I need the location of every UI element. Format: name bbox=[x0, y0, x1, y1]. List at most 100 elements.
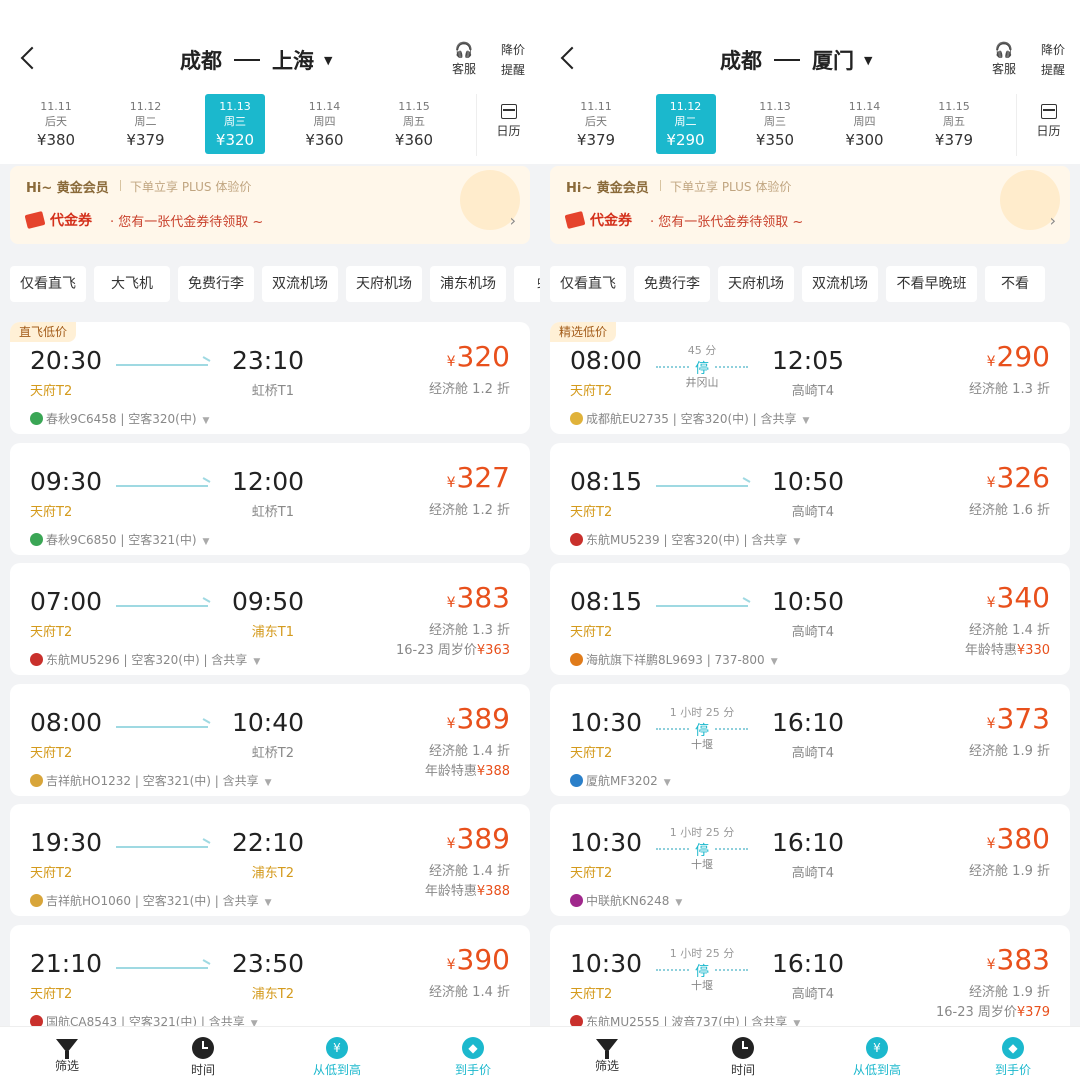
date-item[interactable]: 11.15 周五 ¥360 bbox=[384, 94, 444, 154]
filter-chip[interactable]: 免费行李 bbox=[634, 266, 710, 302]
date-price: ¥379 bbox=[934, 131, 974, 149]
currency-symbol: ¥ bbox=[446, 595, 456, 611]
tab-label: 时间 bbox=[730, 1063, 755, 1077]
date-label: 11.12 bbox=[669, 100, 702, 113]
tab-label: 时间 bbox=[190, 1063, 215, 1077]
price-alert-label-2: 提醒 bbox=[500, 63, 525, 77]
date-strip: 11.11 后天 ¥379 11.12 周二 ¥290 11.13 周三 ¥350 11.14 周四… bbox=[540, 92, 1080, 164]
filter-chip[interactable]: 不看早晚班 bbox=[886, 266, 977, 302]
date-item[interactable]: 11.12 周二 ¥290 bbox=[655, 94, 716, 154]
date-item[interactable]: 11.13 周三 ¥320 bbox=[205, 94, 265, 154]
flight-price: ¥389 bbox=[447, 702, 510, 735]
filter-chip[interactable]: 双流机场 bbox=[262, 266, 338, 302]
date-item[interactable]: 11.11 后天 ¥379 bbox=[566, 94, 626, 154]
date-item[interactable]: 11.15 周五 ¥379 bbox=[924, 94, 984, 154]
date-item[interactable]: 11.14 周四 ¥360 bbox=[295, 94, 355, 154]
arrival-time: 22:10 bbox=[232, 828, 305, 857]
tab-label: 筛选 bbox=[54, 1059, 79, 1073]
date-label: 11.14 bbox=[308, 100, 341, 113]
date-item[interactable]: 11.14 周四 ¥300 bbox=[835, 94, 895, 154]
date-price: ¥360 bbox=[394, 131, 434, 149]
tab-filter[interactable]: 筛选 bbox=[562, 1035, 652, 1074]
tab-tag[interactable]: ◆ 到手价 bbox=[428, 1035, 518, 1078]
filter-chip[interactable]: 免费行李 bbox=[178, 266, 254, 302]
filter-chip[interactable]: 不看 bbox=[985, 266, 1045, 302]
calendar-button[interactable]: 日历 bbox=[1016, 94, 1080, 156]
flight-card[interactable]: 08:15 天府T2 10:50 高崎T4 ¥326 经济舱 1.6 折东航MU5239 … bbox=[550, 442, 1070, 555]
filter-chip[interactable]: 仅看直飞 bbox=[550, 266, 626, 302]
cabin-discount: 经济舱 1.4 折 bbox=[429, 984, 510, 1000]
flight-card[interactable]: 07:00 天府T2 09:50 浦东T1 ¥383 经济舱 1.3 折 16-23 周岁价… bbox=[10, 563, 530, 675]
arrival-airport: 高崎T4 bbox=[791, 504, 834, 520]
back-button[interactable] bbox=[18, 44, 42, 74]
cabin-discount: 经济舱 1.2 折 bbox=[429, 502, 510, 518]
departure-time: 08:00 bbox=[570, 346, 643, 375]
customer-service-button[interactable]: 🎧 客服 bbox=[444, 40, 484, 77]
special-price: 16-23 周岁价¥363 bbox=[396, 639, 510, 658]
filter-chip[interactable]: 天府机场 bbox=[346, 266, 422, 302]
filter-chip[interactable]: 虹 bbox=[514, 266, 540, 302]
tab-yuan[interactable]: ¥ 从低到高 bbox=[292, 1035, 382, 1078]
tab-filter[interactable]: 筛选 bbox=[22, 1035, 112, 1074]
flight-card[interactable]: 21:10 天府T2 23:50 浦东T2 ¥390 经济舱 1.4 折国航CA8543 … bbox=[10, 924, 530, 1037]
flight-card[interactable]: 10:30 天府T2 1 小时 25 分停十堰 16:10 高崎T4 ¥373 经济舱 1.… bbox=[550, 683, 1070, 796]
calendar-button[interactable]: 日历 bbox=[476, 94, 540, 156]
filter-chip[interactable]: 双流机场 bbox=[802, 266, 878, 302]
currency-symbol: ¥ bbox=[986, 354, 996, 370]
stopover-line: 停 bbox=[656, 840, 748, 859]
tab-tag[interactable]: ◆ 到手价 bbox=[968, 1035, 1058, 1078]
date-item[interactable]: 11.13 周三 ¥350 bbox=[745, 94, 805, 154]
route-selector[interactable]: 成都 上海 ▼ bbox=[180, 44, 332, 76]
airline-logo-icon bbox=[30, 532, 43, 546]
price-alert-button[interactable]: 降价 提醒 bbox=[1036, 40, 1070, 80]
tab-clock[interactable]: 时间 bbox=[698, 1035, 788, 1078]
arrival-airport: 高崎T4 bbox=[791, 986, 834, 1002]
clock-icon bbox=[732, 1037, 754, 1059]
departure-time: 08:00 bbox=[30, 707, 103, 737]
special-price-label: 年龄特惠 bbox=[964, 643, 1017, 658]
aircraft-info: | 空客320(中) | 含共享 bbox=[659, 532, 788, 547]
filter-chip[interactable]: 浦东机场 bbox=[430, 266, 506, 302]
weekday-label: 周三 bbox=[764, 115, 786, 128]
route-selector[interactable]: 成都 厦门 ▼ bbox=[720, 44, 872, 76]
filter-chip[interactable]: 大飞机 bbox=[94, 266, 170, 302]
flight-arrow bbox=[116, 966, 208, 969]
flight-card[interactable]: 08:15 天府T2 10:50 高崎T4 ¥340 经济舱 1.4 折年龄特惠¥330 海… bbox=[550, 563, 1070, 675]
member-greeting: Hi~ 黄金会员 bbox=[26, 181, 109, 196]
back-button[interactable] bbox=[558, 44, 582, 74]
special-price: 16-23 周岁价¥379 bbox=[936, 1001, 1050, 1020]
flight-card[interactable]: 直飞低价 20:30 天府T2 23:10 虹桥T1 ¥320 经济舱 1.2 折春秋9C6… bbox=[10, 322, 530, 434]
flight-card[interactable]: 精选低价 08:00 天府T2 45 分停井冈山 12:05 高崎T4 ¥290 经济舱 1.… bbox=[550, 322, 1070, 434]
date-item[interactable]: 11.12 周二 ¥379 bbox=[116, 94, 176, 154]
flight-card[interactable]: 10:30 天府T2 1 小时 25 分停十堰 16:10 高崎T4 ¥380 经济舱 1.… bbox=[550, 804, 1070, 916]
flight-card[interactable]: 10:30 天府T2 1 小时 25 分停十堰 16:10 高崎T4 ¥383 经济舱 1.… bbox=[550, 924, 1070, 1037]
stopover-city: 十堰 bbox=[691, 978, 713, 992]
tab-clock[interactable]: 时间 bbox=[158, 1035, 248, 1078]
flight-card[interactable]: 08:00 天府T2 10:40 虹桥T2 ¥389 经济舱 1.4 折年龄特惠¥388 吉… bbox=[10, 683, 530, 796]
filter-chip[interactable]: 仅看直飞 bbox=[10, 266, 86, 302]
price-alert-button[interactable]: 降价 提醒 bbox=[496, 40, 530, 80]
coupon-link[interactable]: 代金券 · 您有一张代金券待领取 ~ › bbox=[564, 210, 1056, 234]
stopover-duration: 1 小时 25 分 bbox=[669, 826, 735, 839]
price-value: 389 bbox=[456, 701, 510, 735]
weekday-label: 周二 bbox=[674, 115, 697, 128]
airline-flight: 春秋9C6850 bbox=[46, 532, 117, 547]
customer-service-button[interactable]: 🎧 客服 bbox=[984, 40, 1024, 77]
flight-card[interactable]: 19:30 天府T2 22:10 浦东T2 ¥389 经济舱 1.4 折年龄特惠¥388 吉… bbox=[10, 804, 530, 916]
weekday-label: 周二 bbox=[134, 115, 157, 128]
stopover-duration: 1 小时 25 分 bbox=[669, 705, 735, 719]
flight-arrow bbox=[116, 846, 208, 848]
price-value: 340 bbox=[996, 581, 1050, 614]
cabin-discount: 经济舱 1.4 折 bbox=[969, 623, 1050, 638]
filter-chip[interactable]: 天府机场 bbox=[718, 266, 794, 302]
arrival-time: 16:10 bbox=[772, 948, 845, 978]
departure-airport: 天府T2 bbox=[570, 986, 613, 1002]
stopover-label: 停 bbox=[691, 843, 713, 859]
date-item[interactable]: 11.11 后天 ¥380 bbox=[26, 94, 86, 154]
tab-yuan[interactable]: ¥ 从低到高 bbox=[832, 1035, 922, 1078]
flight-card[interactable]: 09:30 天府T2 12:00 虹桥T1 ¥327 经济舱 1.2 折春秋9C6850 … bbox=[10, 442, 530, 555]
coupon-link[interactable]: 代金券 · 您有一张代金券待领取 ~ › bbox=[24, 210, 516, 234]
airline-info: 中联航KN6248 ▼ bbox=[570, 892, 682, 909]
price-value: 383 bbox=[456, 581, 510, 614]
tab-label: 到手价 bbox=[454, 1063, 491, 1077]
